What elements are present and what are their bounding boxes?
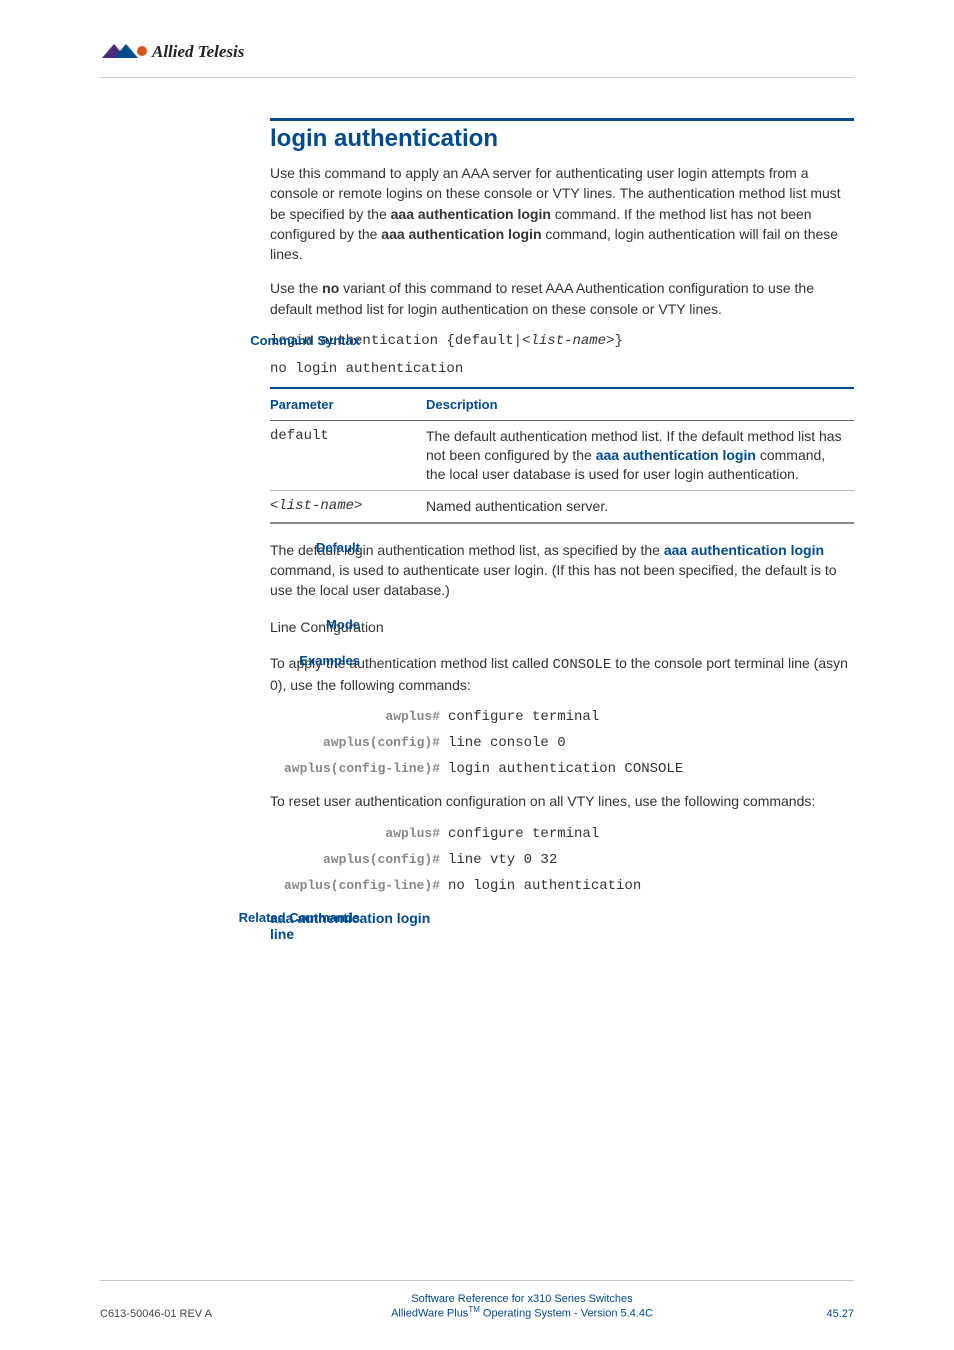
command: line vty 0 32	[448, 852, 557, 868]
text: AlliedWare Plus	[391, 1308, 468, 1320]
intro-paragraph-1: Use this command to apply an AAA server …	[270, 163, 854, 264]
cmd-ref: aaa authentication login	[391, 206, 551, 222]
command-row: awplus(config)# line console 0	[270, 735, 854, 751]
example-intro-2: To reset user authentication configurati…	[270, 791, 854, 811]
command-block-1: awplus# configure terminal awplus(config…	[270, 709, 854, 777]
table-row: default The default authentication metho…	[270, 421, 854, 491]
command-row: awplus(config-line)# no login authentica…	[270, 878, 854, 894]
param-desc: The default authentication method list. …	[426, 421, 854, 491]
command: login authentication CONSOLE	[448, 761, 683, 777]
command: configure terminal	[448, 826, 599, 842]
logo: Allied Telesis	[100, 40, 854, 65]
keyword: no	[322, 280, 339, 296]
prompt: awplus#	[270, 709, 448, 725]
param-name: <list-name>	[270, 490, 426, 522]
command-block-2: awplus# configure terminal awplus(config…	[270, 826, 854, 894]
text: variant of this command to reset AAA Aut…	[270, 280, 814, 316]
prompt: awplus(config-line)#	[270, 878, 448, 894]
page-footer: C613-50046-01 REV A Software Reference f…	[100, 1280, 854, 1320]
text: Use the	[270, 280, 322, 296]
aaa-authentication-login-link[interactable]: aaa authentication login	[596, 447, 756, 463]
prompt: awplus(config)#	[270, 852, 448, 868]
default-label: Default	[200, 540, 360, 555]
page-number: 45.27	[794, 1308, 854, 1320]
examples-label: Examples	[200, 653, 360, 668]
table-header-parameter: Parameter	[270, 388, 426, 421]
page-title: login authentication	[270, 118, 854, 153]
mono-text: CONSOLE	[553, 657, 612, 673]
command-row: awplus# configure terminal	[270, 709, 854, 725]
command-row: awplus(config)# line vty 0 32	[270, 852, 854, 868]
syntax-line: no login authentication	[270, 361, 854, 377]
command: line console 0	[448, 735, 566, 751]
command-row: awplus# configure terminal	[270, 826, 854, 842]
footer-center: Software Reference for x310 Series Switc…	[250, 1293, 794, 1320]
related-commands-label: Related Commands	[200, 910, 360, 925]
prompt: awplus(config-line)#	[270, 761, 448, 777]
mode-label: Mode	[200, 617, 360, 632]
param-name: default	[270, 421, 426, 491]
footer-title: Software Reference for x310 Series Switc…	[250, 1293, 794, 1305]
footer-subtitle: AlliedWare PlusTM Operating System - Ver…	[250, 1305, 794, 1320]
aaa-authentication-login-link[interactable]: aaa authentication login	[664, 542, 824, 558]
header-divider	[100, 77, 854, 78]
prompt: awplus#	[270, 826, 448, 842]
intro-paragraph-2: Use the no variant of this command to re…	[270, 278, 854, 319]
text: Operating System - Version 5.4.4C	[480, 1308, 653, 1320]
text: command, is used to authenticate user lo…	[270, 562, 837, 598]
param-desc: Named authentication server.	[426, 490, 854, 522]
table-row: <list-name> Named authentication server.	[270, 490, 854, 522]
command-syntax-label: Command Syntax	[200, 333, 360, 348]
prompt: awplus(config)#	[270, 735, 448, 751]
table-header-description: Description	[426, 388, 854, 421]
trademark: TM	[468, 1305, 480, 1314]
command: configure terminal	[448, 709, 599, 725]
logo-text: Allied Telesis	[151, 42, 245, 61]
command-row: awplus(config-line)# login authenticatio…	[270, 761, 854, 777]
footer-doc-id: C613-50046-01 REV A	[100, 1308, 250, 1320]
command: no login authentication	[448, 878, 641, 894]
cmd-ref: aaa authentication login	[381, 226, 541, 242]
related-link-line[interactable]: line	[270, 926, 854, 942]
parameter-table: Parameter Description default The defaul…	[270, 387, 854, 524]
